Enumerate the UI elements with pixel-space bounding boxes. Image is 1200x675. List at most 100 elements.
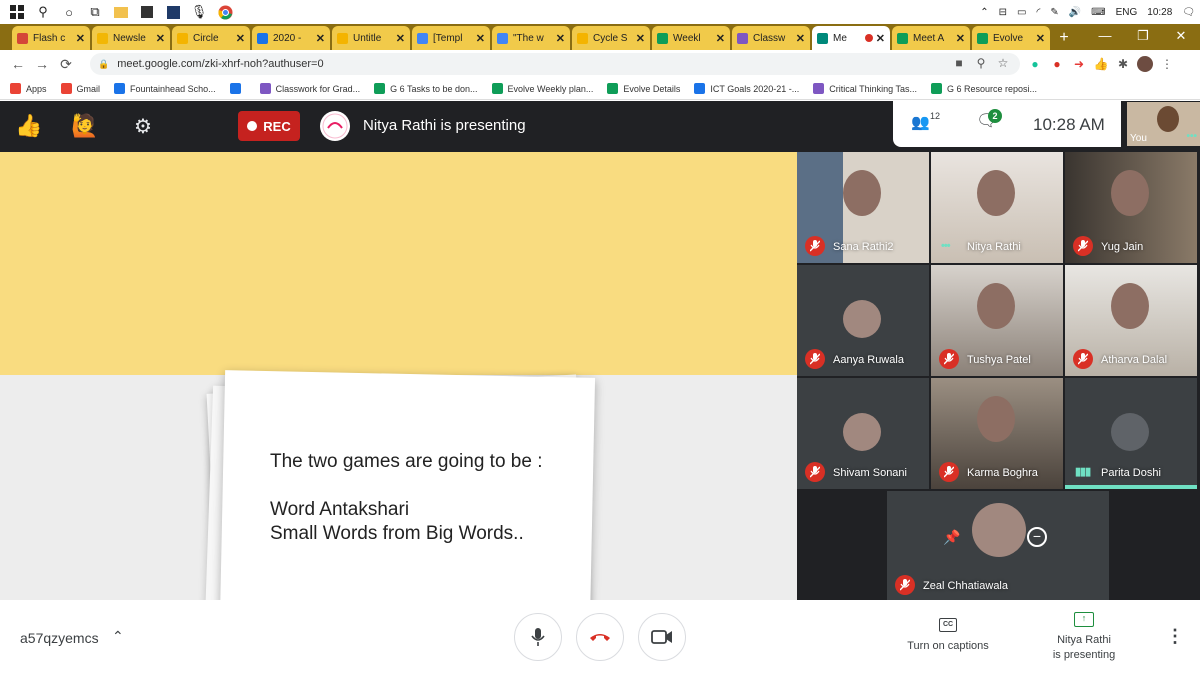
browser-tab[interactable]: Cycle S ✕	[572, 26, 650, 50]
close-tab-icon[interactable]: ✕	[156, 32, 165, 45]
microphone-app-icon[interactable]: 🎙	[186, 0, 212, 24]
bookmark-item[interactable]: Apps	[10, 83, 47, 94]
battery-icon[interactable]: ▭	[1012, 7, 1031, 18]
bookmark-item[interactable]: ICT Goals 2020-21 -...	[694, 83, 799, 94]
thumbs-up-icon[interactable]: 👍	[14, 111, 44, 141]
participant-tile[interactable]: Yug Jain	[1065, 152, 1197, 263]
remove-icon[interactable]: −	[1027, 527, 1047, 547]
close-tab-icon[interactable]: ✕	[236, 32, 245, 45]
bookmark-item[interactable]: Critical Thinking Tas...	[813, 83, 917, 94]
close-tab-icon[interactable]: ✕	[316, 32, 325, 45]
camera-in-use-icon[interactable]: ■	[948, 56, 970, 70]
wifi-icon[interactable]: ◜	[1031, 7, 1045, 18]
settings-gear-icon[interactable]: ⚙	[128, 111, 158, 141]
network-icon[interactable]: ⊟	[994, 7, 1012, 18]
volume-icon[interactable]: 🔊	[1064, 7, 1086, 18]
notification-icon[interactable]: 🗨	[1177, 7, 1200, 18]
screencast-icon[interactable]: ➜	[1068, 55, 1090, 73]
raise-hand-icon[interactable]: 🙋	[70, 111, 100, 141]
like-extension-icon[interactable]: 👍	[1090, 55, 1112, 73]
close-tab-icon[interactable]: ✕	[476, 32, 485, 45]
microphone-button[interactable]	[514, 613, 562, 661]
url-text[interactable]: meet.google.com/zki-xhrf-noh?authuser=0	[117, 58, 323, 70]
reload-icon[interactable]: ⟳	[54, 56, 78, 73]
browser-tab[interactable]: 2020 - ✕	[252, 26, 330, 50]
language-indicator[interactable]: ENG	[1111, 7, 1143, 18]
close-tab-icon[interactable]: ✕	[636, 32, 645, 45]
browser-tab[interactable]: Classw ✕	[732, 26, 810, 50]
browser-tab[interactable]: Weekl ✕	[652, 26, 730, 50]
browser-tab[interactable]: Me ✕	[812, 26, 890, 50]
extensions-puzzle-icon[interactable]: ✱	[1112, 55, 1134, 73]
participant-tile[interactable]: ••• Nitya Rathi	[931, 152, 1063, 263]
cortana-icon[interactable]: ○	[56, 0, 82, 24]
recording-indicator[interactable]: REC	[238, 111, 300, 141]
camera-button[interactable]	[638, 613, 686, 661]
present-now-button[interactable]: ↑ Nitya Rathi is presenting	[1036, 612, 1132, 663]
bookmark-item[interactable]: Classwork for Grad...	[259, 83, 360, 94]
participant-tile[interactable]: Sana Rathi2	[797, 152, 929, 263]
browser-tab[interactable]: Meet A ✕	[892, 26, 970, 50]
task-view-icon[interactable]: ⧉	[82, 0, 108, 24]
people-icon[interactable]: 👥	[911, 113, 930, 131]
powershell-icon[interactable]	[160, 0, 186, 24]
bookmark-item[interactable]: Evolve Weekly plan...	[491, 83, 593, 94]
participant-tile[interactable]: Tushya Patel	[931, 265, 1063, 376]
bookmark-item[interactable]	[229, 83, 246, 94]
extension-red-icon[interactable]: ●	[1046, 55, 1068, 73]
close-tab-icon[interactable]: ✕	[716, 32, 725, 45]
more-options-icon[interactable]: ⋮	[1166, 626, 1184, 647]
browser-tab[interactable]: Flash c ✕	[12, 26, 90, 50]
grammarly-icon[interactable]: ●	[1024, 55, 1046, 73]
chevron-up-icon[interactable]: ⌃	[112, 628, 124, 645]
maximize-icon[interactable]: ❐	[1124, 24, 1162, 50]
close-tab-icon[interactable]: ✕	[1036, 32, 1045, 45]
windows-start-icon[interactable]	[4, 0, 30, 24]
forward-icon[interactable]: →	[30, 56, 54, 72]
close-tab-icon[interactable]: ✕	[556, 32, 565, 45]
store-icon[interactable]	[134, 0, 160, 24]
self-view-tile[interactable]: You •••	[1127, 102, 1200, 146]
close-tab-icon[interactable]: ✕	[396, 32, 405, 45]
participant-tile[interactable]: ▮▮▮ Parita Doshi	[1065, 378, 1197, 489]
file-explorer-icon[interactable]	[108, 0, 134, 24]
lock-icon[interactable]: 🔒	[98, 59, 109, 70]
browser-tab[interactable]: Newsle ✕	[92, 26, 170, 50]
keyboard-icon[interactable]: ⌨	[1086, 7, 1110, 18]
captions-button[interactable]: CC Turn on captions	[900, 618, 996, 652]
close-window-icon[interactable]: ✕	[1162, 24, 1200, 50]
omnibox[interactable]: 🔒 meet.google.com/zki-xhrf-noh?authuser=…	[90, 53, 1020, 75]
leave-call-button[interactable]	[576, 613, 624, 661]
browser-tab[interactable]: [Templ ✕	[412, 26, 490, 50]
close-tab-icon[interactable]: ✕	[876, 32, 885, 45]
pen-icon[interactable]: ✎	[1045, 7, 1063, 18]
close-tab-icon[interactable]: ✕	[956, 32, 965, 45]
back-icon[interactable]: ←	[6, 56, 30, 72]
system-clock[interactable]: 10:28	[1142, 7, 1177, 18]
bookmark-item[interactable]: Fountainhead Scho...	[114, 83, 216, 94]
close-tab-icon[interactable]: ✕	[76, 32, 85, 45]
participant-tile[interactable]: 📌 − Zeal Chhatiawala	[887, 491, 1109, 602]
pin-icon[interactable]: 📌	[943, 529, 960, 546]
participant-tile[interactable]: Aanya Ruwala	[797, 265, 929, 376]
participant-tile[interactable]: Shivam Sonani	[797, 378, 929, 489]
bookmark-item[interactable]: Gmail	[60, 83, 100, 94]
bookmark-star-icon[interactable]: ☆	[992, 56, 1014, 70]
zoom-icon[interactable]: ⚲	[970, 56, 992, 70]
participant-tile[interactable]: Atharva Dalal	[1065, 265, 1197, 376]
browser-tab[interactable]: Untitle ✕	[332, 26, 410, 50]
bookmark-item[interactable]: G 6 Tasks to be don...	[374, 83, 478, 94]
browser-tab[interactable]: Circle ✕	[172, 26, 250, 50]
participant-tile[interactable]: Karma Boghra	[931, 378, 1063, 489]
minimize-icon[interactable]: —	[1086, 24, 1124, 50]
browser-tab[interactable]: "The w ✕	[492, 26, 570, 50]
bookmark-item[interactable]: G 6 Resource reposi...	[931, 83, 1037, 94]
new-tab-icon[interactable]: +	[1052, 26, 1076, 50]
chrome-icon[interactable]	[212, 0, 238, 24]
chrome-menu-icon[interactable]: ⋮	[1156, 55, 1178, 73]
bookmark-item[interactable]: Evolve Details	[607, 83, 680, 94]
browser-tab[interactable]: Evolve ✕	[972, 26, 1050, 50]
close-tab-icon[interactable]: ✕	[796, 32, 805, 45]
chevron-up-icon[interactable]: ⌃	[975, 7, 993, 18]
search-icon[interactable]: ⚲	[30, 0, 56, 24]
